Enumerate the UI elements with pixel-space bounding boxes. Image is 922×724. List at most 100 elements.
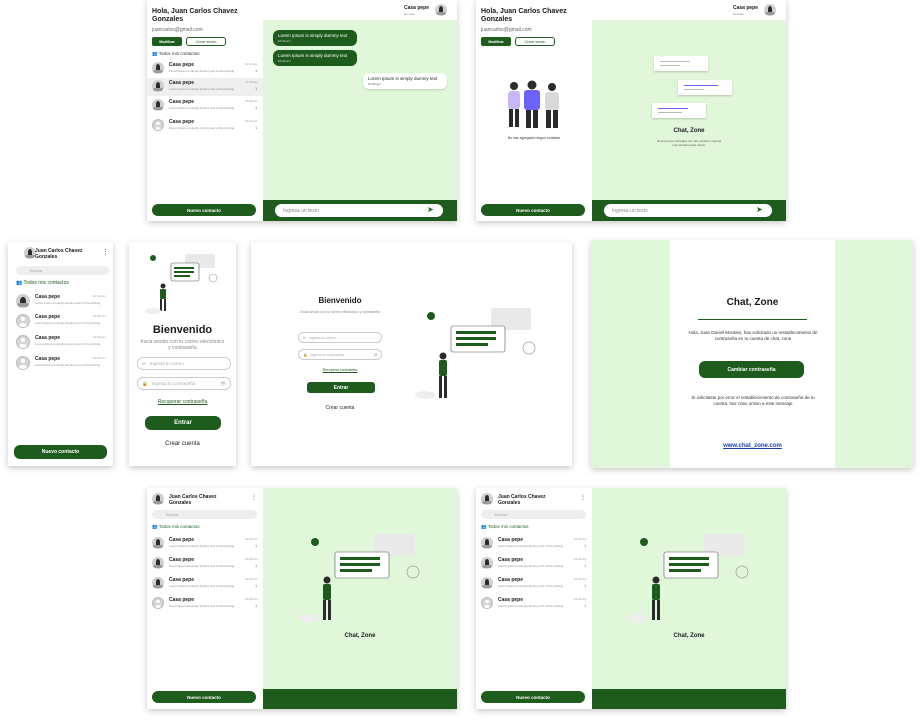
chat-contact-name: Casa pepe	[733, 5, 759, 11]
modify-button[interactable]: Modificar	[481, 37, 511, 46]
contacts-header-text: Todos mis contactos	[23, 280, 69, 286]
contact-row[interactable]: Casa pepe Lorem Ipsum is simply dummy te…	[147, 117, 263, 135]
contact-row[interactable]: Casa pepe Lorem Ipsum is simply dummy tex…	[147, 555, 263, 573]
contacts-header-text: Todos mis contactos	[158, 51, 200, 56]
message-bubble: Lorem Ipsum is simply dummy text 10:30 am	[363, 73, 447, 89]
contact-count: 1	[255, 543, 258, 548]
modify-button[interactable]: Modificar	[152, 37, 182, 46]
avatar	[16, 294, 30, 308]
contact-name: Casa pepe	[169, 597, 195, 603]
contact-count: 1	[255, 583, 258, 588]
contact-row[interactable]: Casa pepe Lorem Ipsum is simply dummy te…	[147, 97, 263, 115]
sidebar: Hola, Juan Carlos Chavez Gonzales juanca…	[147, 0, 263, 221]
contact-time: 10:30 am	[245, 597, 258, 601]
message-input[interactable]: Ingresa un texto	[604, 204, 772, 217]
create-account-link[interactable]: Crear cuenta	[289, 405, 391, 411]
sidebar: Juan Carlos Chavez Gonzales ⋮ Buscar 👥 T…	[476, 488, 592, 709]
avatar	[481, 577, 493, 589]
new-contact-button[interactable]: Nuevo contacto	[14, 445, 107, 459]
new-contact-button[interactable]: Nuevo contacto	[152, 691, 256, 703]
chat-area: Casa pepe En linea Chat, Zone Nunca envi…	[592, 0, 786, 221]
sidebar: Juan Carlos Chavez Gonzales ⋮ Buscar 👥 T…	[147, 488, 263, 709]
recover-link[interactable]: Recuperar contraseña	[289, 368, 391, 372]
avatar	[481, 537, 493, 549]
login-button[interactable]: Entrar	[307, 382, 375, 393]
contact-row-selected[interactable]: Casa pepe Lorem Ipsum is simply dummy te…	[147, 78, 263, 96]
search-input[interactable]: Buscar	[16, 266, 109, 275]
eye-icon[interactable]: 👁	[374, 353, 378, 357]
contact-count: 1	[255, 68, 258, 73]
eye-icon[interactable]: 👁	[220, 381, 226, 387]
greeting: Hola, Juan Carlos Chavez Gonzales	[481, 8, 567, 23]
new-contact-button[interactable]: Nuevo contacto	[481, 204, 585, 216]
message-time: 10:30 am	[278, 39, 291, 43]
contact-message: Lorem Ipsum is simply dummy text of the …	[498, 604, 564, 608]
contact-row[interactable]: Casa pepe Lorem Ipsum is simply dummy te…	[8, 312, 113, 332]
search-input[interactable]: Buscar	[481, 510, 586, 519]
menu-icon[interactable]: ⋮	[102, 248, 109, 256]
password-field[interactable]: 🔒 Ingresa tu contraseña 👁	[137, 377, 231, 390]
lock-icon: 🔒	[303, 352, 308, 357]
search-input[interactable]: Buscar	[152, 510, 257, 519]
message-input[interactable]: Ingresa un texto	[275, 204, 443, 217]
send-icon[interactable]: ➤	[427, 205, 434, 214]
avatar	[481, 597, 493, 609]
chat-area: Casa pepe En linea Lorem Ipsum is simply…	[263, 0, 457, 221]
menu-icon[interactable]: ⋮	[251, 494, 257, 501]
logout-button[interactable]: Cerrar sesión	[186, 37, 226, 46]
contact-time: 10:30 am	[574, 577, 587, 581]
contact-count: 1	[584, 583, 587, 588]
website-link[interactable]: www.chat_zone.com	[670, 443, 835, 449]
contact-row[interactable]: Casa pepe Lorem Ipsum is simply dummy tex…	[476, 535, 592, 553]
logout-button[interactable]: Cerrar sesión	[515, 37, 555, 46]
create-account-link[interactable]: Crear cuenta	[129, 441, 236, 447]
lock-icon: 🔒	[142, 380, 148, 386]
message-input-bar: Ingresa un texto ➤	[263, 200, 457, 221]
chat-avatar	[764, 4, 776, 16]
send-icon[interactable]: ➤	[756, 205, 763, 214]
email-field[interactable]: ✉ Ingresa tu correo	[298, 332, 382, 343]
user-name: Juan Carlos Chavez Gonzales	[35, 248, 83, 260]
contact-row[interactable]: Casa pepe Lorem Ipsum is simply dummy te…	[8, 354, 113, 374]
recover-link[interactable]: Recuperar contraseña	[129, 399, 236, 405]
login-button[interactable]: Entrar	[145, 416, 221, 430]
contact-time: 10:30 am	[245, 557, 258, 561]
sidebar: Hola, Juan Carlos Chavez Gonzales juanca…	[476, 0, 592, 221]
contact-time: 10:30 am	[574, 557, 587, 561]
message-bubble: Lorem Ipsum is simply dummy text 10:30 am	[273, 50, 357, 66]
contact-row[interactable]: Casa pepe Lorem Ipsum is simply dummy tex…	[476, 575, 592, 593]
message-bubble: Lorem Ipsum is simply dummy text 10:30 am	[273, 30, 357, 46]
message-time: 10:30 am	[278, 59, 291, 63]
contact-message: Lorem Ipsum is simply dummy text of the …	[169, 69, 235, 73]
password-field[interactable]: 🔒 Ingresa tu contraseña 👁	[298, 349, 382, 360]
chat-zone-title: Chat, Zone	[673, 633, 705, 639]
contact-row[interactable]: Casa pepe Lorem Ipsum is simply dummy tex…	[147, 595, 263, 613]
contact-row[interactable]: Casa pepe Lorem Ipsum is simply dummy tex…	[147, 575, 263, 593]
bottom-bar	[592, 689, 786, 709]
screen-desktop-login: Bienvenido Inicia sesión con tu correo e…	[251, 242, 572, 466]
contact-row[interactable]: Casa pepe Lorem Ipsum is simply dummy tex…	[476, 555, 592, 573]
contact-count: 1	[584, 543, 587, 548]
title-divider	[698, 319, 807, 320]
chat-illustration-card	[652, 103, 706, 118]
contact-message: Lorem Ipsum is simply dummy text of the …	[498, 564, 564, 568]
contact-row[interactable]: Casa pepe Lorem Ipsum is simply dummy te…	[147, 60, 263, 78]
change-password-button[interactable]: Cambiar contraseña	[699, 361, 804, 378]
modify-label: Modificar	[488, 39, 504, 44]
email-field[interactable]: ✉ Ingresa tu correo	[137, 357, 231, 370]
search-placeholder: Buscar	[30, 268, 43, 273]
new-contact-label: Nuevo contacto	[516, 694, 550, 700]
user-email: juancarlos@gmail.com	[481, 27, 532, 33]
contact-message: Lorem Ipsum is simply dummy text of the …	[35, 321, 101, 325]
new-contact-button[interactable]: Nuevo contacto	[152, 204, 256, 216]
contacts-header: 👥 Todos mis contactos	[152, 524, 200, 530]
contact-row[interactable]: Casa pepe Lorem Ipsum is simply dummy te…	[8, 292, 113, 312]
contact-row[interactable]: Casa pepe Lorem Ipsum is simply dummy tex…	[476, 595, 592, 613]
woman-illustration	[628, 534, 749, 622]
no-contacts-text: No has agregado ningun contacto	[507, 136, 561, 140]
contact-row[interactable]: Casa pepe Lorem Ipsum is simply dummy te…	[8, 333, 113, 353]
menu-icon[interactable]: ⋮	[580, 494, 586, 501]
contact-row[interactable]: Casa pepe Lorem Ipsum is simply dummy tex…	[147, 535, 263, 553]
chat-illustration-card	[654, 56, 708, 71]
new-contact-button[interactable]: Nuevo contacto	[481, 691, 585, 703]
